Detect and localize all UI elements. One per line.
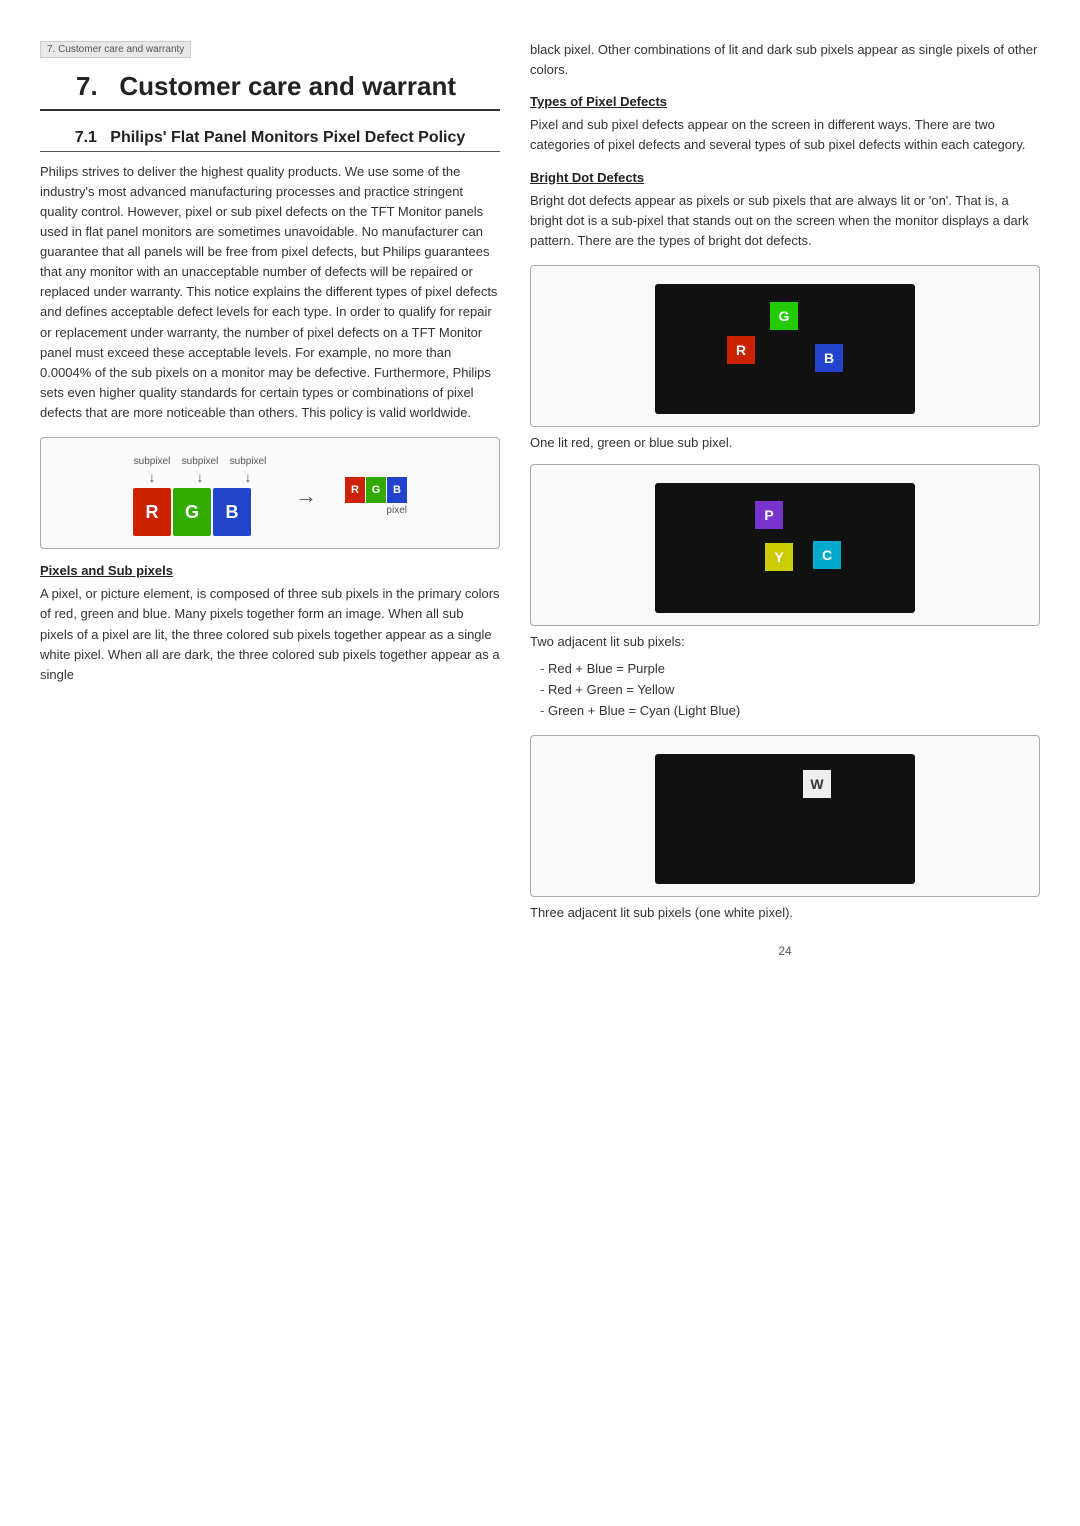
pixel-label: pixel bbox=[386, 505, 407, 516]
pixel-g: G bbox=[366, 477, 386, 503]
subpixel-labels: subpixel subpixel subpixel bbox=[133, 456, 267, 467]
two-adj-diagram-box: P Y C bbox=[530, 464, 1040, 626]
blue-subpixel: B bbox=[213, 488, 251, 536]
section-text: Philips' Flat Panel Monitors Pixel Defec… bbox=[110, 129, 465, 146]
bright-dot-text: Bright dot defects appear as pixels or s… bbox=[530, 191, 1040, 251]
arrow-1: ↓ bbox=[133, 469, 171, 485]
two-adj-diagram: P Y C bbox=[655, 483, 915, 613]
left-body-paragraph: Philips strives to deliver the highest q… bbox=[40, 162, 500, 424]
chapter-number: 7. bbox=[76, 71, 98, 101]
right-column: black pixel. Other combinations of lit a… bbox=[530, 40, 1040, 958]
bright-dot-caption: One lit red, green or blue sub pixel. bbox=[530, 435, 1040, 450]
right-body-text: black pixel. Other combinations of lit a… bbox=[530, 40, 1040, 80]
section-number: 7.1 bbox=[75, 129, 97, 146]
subpixel-label-3: subpixel bbox=[229, 456, 267, 467]
three-adj-diagram: W bbox=[655, 754, 915, 884]
green-dot: G bbox=[770, 302, 798, 330]
left-column: 7. Customer care and warranty 7. Custome… bbox=[40, 40, 500, 958]
pixel-diagram: subpixel subpixel subpixel ↓ ↓ ↓ R G B bbox=[133, 456, 407, 536]
two-adj-list: Red + Blue = Purple Red + Green = Yellow… bbox=[530, 659, 1040, 721]
arrow-2: ↓ bbox=[181, 469, 219, 485]
arrow-3: ↓ bbox=[229, 469, 267, 485]
pixel-label-row: pixel bbox=[345, 505, 407, 516]
pixel-sub-text: A pixel, or picture element, is composed… bbox=[40, 584, 500, 685]
three-adj-caption: Three adjacent lit sub pixels (one white… bbox=[530, 905, 1040, 920]
pixels-subsection-title: Pixels and Sub pixels bbox=[40, 563, 500, 578]
white-dot: W bbox=[803, 770, 831, 798]
section-title: 7.1 Philips' Flat Panel Monitors Pixel D… bbox=[40, 129, 500, 152]
blue-dot: B bbox=[815, 344, 843, 372]
page-number: 24 bbox=[530, 944, 1040, 958]
arrows-row: ↓ ↓ ↓ bbox=[133, 469, 267, 485]
rgb-blocks: R G B bbox=[133, 488, 251, 536]
chapter-text: Customer care and warrant bbox=[119, 71, 456, 101]
pixel-r: R bbox=[345, 477, 365, 503]
types-text: Pixel and sub pixel defects appear on th… bbox=[530, 115, 1040, 155]
cyan-dot: C bbox=[813, 541, 841, 569]
three-adj-diagram-box: W bbox=[530, 735, 1040, 897]
subpixel-group: subpixel subpixel subpixel ↓ ↓ ↓ R G B bbox=[133, 456, 267, 536]
breadcrumb: 7. Customer care and warranty bbox=[40, 41, 191, 58]
pixel-b: B bbox=[387, 477, 407, 503]
two-adj-caption: Two adjacent lit sub pixels: bbox=[530, 634, 1040, 649]
list-item-2: Red + Green = Yellow bbox=[540, 680, 1040, 701]
chapter-title: 7. Customer care and warrant bbox=[40, 70, 500, 111]
types-title: Types of Pixel Defects bbox=[530, 94, 1040, 109]
list-item-3: Green + Blue = Cyan (Light Blue) bbox=[540, 701, 1040, 722]
yellow-dot: Y bbox=[765, 543, 793, 571]
list-item-1: Red + Blue = Purple bbox=[540, 659, 1040, 680]
bright-dot-title: Bright Dot Defects bbox=[530, 170, 1040, 185]
subpixel-label-1: subpixel bbox=[133, 456, 171, 467]
pixel-arrow: → bbox=[295, 483, 317, 509]
pixel-diagram-box: subpixel subpixel subpixel ↓ ↓ ↓ R G B bbox=[40, 437, 500, 549]
bright-dot-diagram-box: G R B bbox=[530, 265, 1040, 427]
pixel-small-group: R G B pixel bbox=[345, 477, 407, 516]
red-subpixel: R bbox=[133, 488, 171, 536]
bright-dot-diagram: G R B bbox=[655, 284, 915, 414]
subpixel-label-2: subpixel bbox=[181, 456, 219, 467]
purple-dot: P bbox=[755, 501, 783, 529]
pixel-rgb-small: R G B bbox=[345, 477, 407, 503]
green-subpixel: G bbox=[173, 488, 211, 536]
red-dot: R bbox=[727, 336, 755, 364]
